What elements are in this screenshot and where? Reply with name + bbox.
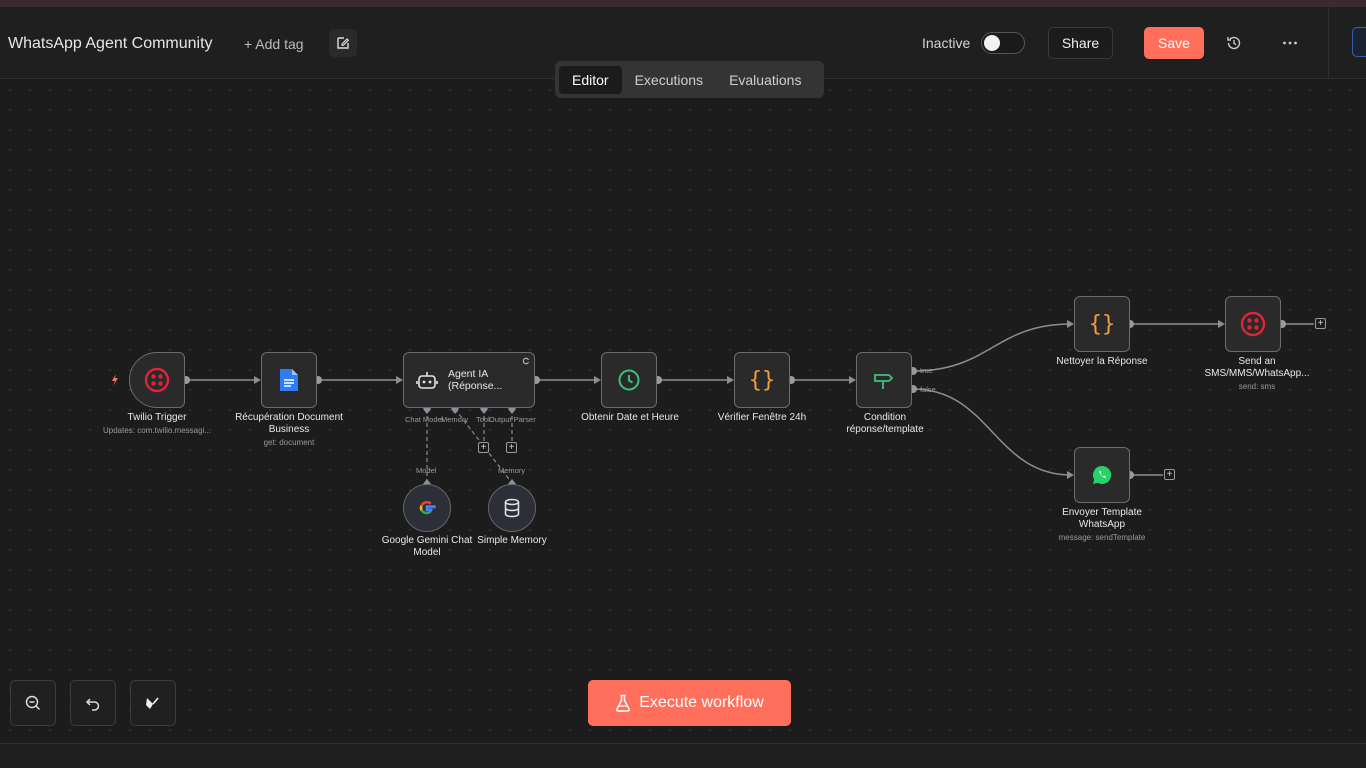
output-label-true: true [920,366,933,375]
node-verifier-fenetre[interactable]: {} [734,352,790,408]
node-send-sms[interactable] [1225,296,1281,352]
node-twilio-trigger[interactable] [129,352,185,408]
edge-panel-button[interactable] [1352,27,1366,57]
whatsapp-icon [1092,465,1112,484]
database-icon [504,498,520,518]
execute-workflow-label: Execute workflow [639,694,764,711]
node-subtitle: get: document [263,438,315,447]
edit-note-icon [337,37,350,49]
node-label: Envoyer Template WhatsApp [1062,507,1142,530]
bottom-bar [0,743,1366,768]
workflow-title[interactable]: WhatsApp Agent Community [8,35,213,53]
share-button[interactable]: Share [1048,27,1113,59]
node-label: Simple Memory [477,535,547,546]
node-simple-memory[interactable] [488,484,536,532]
output-label-false: false [920,385,936,394]
window-top-strip [0,0,1366,7]
port-label-chat-model: Chat Model [405,415,444,424]
clock-icon [618,369,640,391]
node-envoyer-template[interactable] [1074,447,1130,503]
more-options-icon[interactable] [1281,34,1299,57]
port-label-tool: Tool [476,415,490,424]
save-button[interactable]: Save [1144,27,1204,59]
add-node-button[interactable]: + [1164,469,1175,480]
node-subtitle: send: sms [1238,382,1276,391]
zoom-out-icon [25,695,41,711]
node-recup-document[interactable] [261,352,317,408]
node-label: Nettoyer la Réponse [1056,356,1148,367]
tab-editor[interactable]: Editor [559,65,622,94]
node-condition[interactable] [856,352,912,408]
node-label: Twilio Trigger [127,412,187,423]
execute-workflow-button[interactable]: Execute workflow [588,680,791,726]
node-label: Condition réponse/template [846,412,924,435]
node-nettoyer[interactable]: {} [1074,296,1130,352]
undo-icon [85,698,100,711]
google-g-icon [419,500,436,515]
node-label: Obtenir Date et Heure [581,412,679,423]
history-icon[interactable] [1225,34,1243,57]
zoom-out-button[interactable] [10,680,56,726]
broom-icon [146,697,159,709]
node-agent-ia[interactable]: Agent IA (Réponse... [403,352,535,408]
port-label-model: Model [416,466,437,475]
node-label: Vérifier Fenêtre 24h [717,412,807,423]
view-tabs: Editor Executions Evaluations [555,61,824,98]
active-status-label: Inactive [922,35,971,51]
port-label-output-parser: Output Parser [489,415,536,424]
port-label-memory: Memory [498,466,526,475]
node-google-gemini[interactable] [403,484,451,532]
refresh-icon [522,357,529,365]
flask-icon [616,694,631,712]
undo-button[interactable] [70,680,116,726]
code-braces-icon: {} [1088,311,1116,337]
robot-icon [416,372,438,389]
node-obtenir-date[interactable] [601,352,657,408]
port-label-memory: Memory [441,415,469,424]
tab-evaluations[interactable]: Evaluations [716,66,814,94]
node-subtitle: Updates: com.twilio.messagi... [102,426,212,435]
edit-description-button[interactable] [329,29,357,57]
node-label: Send an SMS/MMS/WhatsApp... [1204,356,1310,379]
node-label: Google Gemini Chat Model [381,535,473,558]
agent-node-label: Agent IA (Réponse... [448,368,503,392]
add-tag-button[interactable]: + Add tag [244,36,304,52]
active-toggle[interactable] [981,32,1025,54]
google-docs-icon [280,369,298,391]
add-node-button[interactable]: + [1315,318,1326,329]
tidy-up-button[interactable] [130,680,176,726]
add-tool-button[interactable]: + [478,442,489,453]
code-braces-icon: {} [748,367,776,393]
twilio-icon [144,367,170,393]
node-label: Récupération Document Business [235,412,343,435]
header-divider [1328,7,1329,79]
node-subtitle: message: sendTemplate [1058,533,1146,542]
toggle-knob [984,35,1000,51]
signpost-icon [874,374,894,389]
add-output-parser-button[interactable]: + [506,442,517,453]
tab-executions[interactable]: Executions [622,66,716,94]
twilio-icon [1240,311,1266,337]
